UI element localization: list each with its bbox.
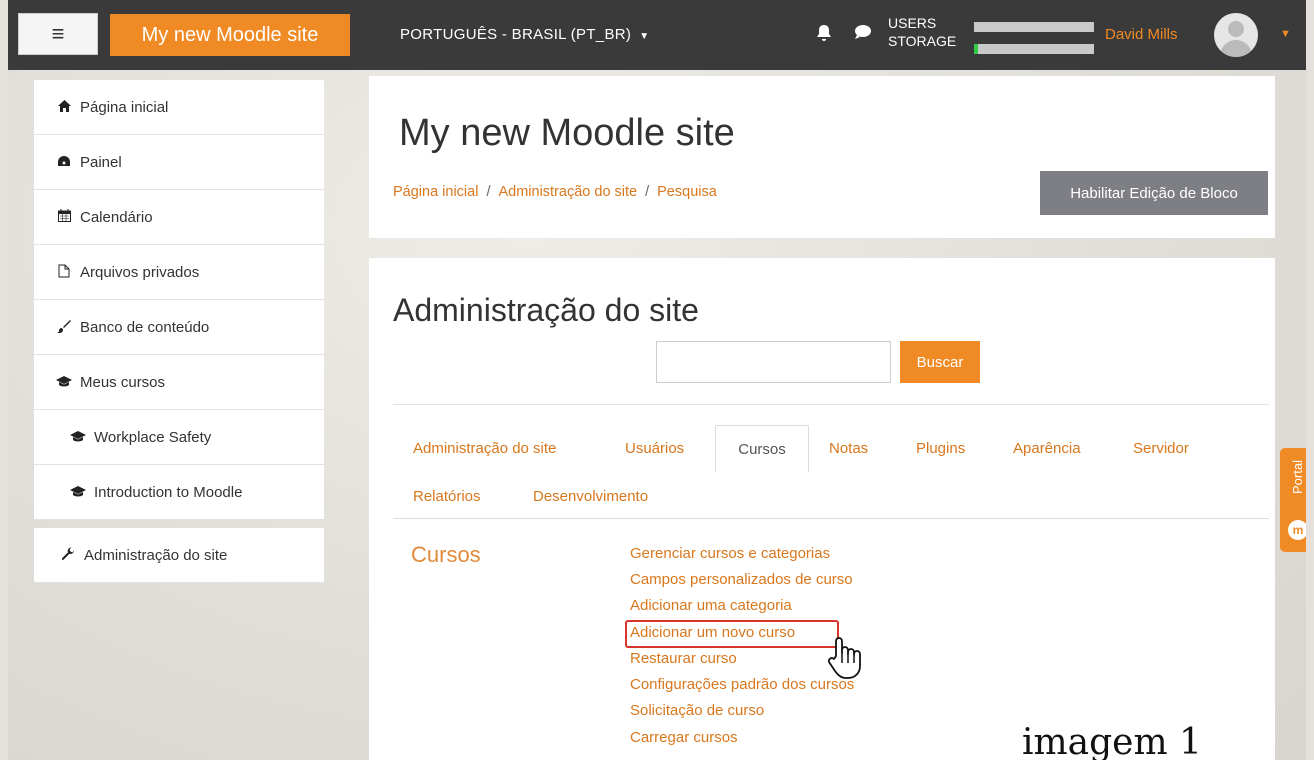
link-upload-courses[interactable]: Carregar cursos bbox=[630, 729, 738, 746]
user-menu-chevron-icon[interactable]: ▼ bbox=[1280, 28, 1291, 40]
file-icon bbox=[56, 264, 72, 281]
sidebar-item-label: Administração do site bbox=[84, 546, 228, 564]
sidebar-item-home[interactable]: Página inicial bbox=[34, 80, 324, 135]
tab-grades[interactable]: Notas bbox=[829, 440, 868, 457]
home-icon bbox=[56, 99, 72, 115]
dashboard-icon bbox=[56, 155, 72, 170]
sidebar-item-private-files[interactable]: Arquivos privados bbox=[34, 245, 324, 300]
highlight-box bbox=[625, 620, 839, 648]
sidebar-item-label: Página inicial bbox=[80, 98, 169, 116]
portal-icon: m bbox=[1288, 520, 1306, 540]
storage-quota-bar bbox=[974, 44, 1094, 54]
breadcrumb-site-admin[interactable]: Administração do site bbox=[498, 184, 637, 200]
main-content: Administração do site Buscar Administraç… bbox=[369, 258, 1275, 760]
sidebar-item-calendar[interactable]: Calendário bbox=[34, 190, 324, 245]
sidebar-item-site-admin[interactable]: Administração do site bbox=[34, 528, 324, 583]
hand-cursor-icon bbox=[824, 636, 864, 685]
tab-development[interactable]: Desenvolvimento bbox=[533, 488, 648, 505]
sidebar-item-label: Meus cursos bbox=[80, 373, 166, 391]
tab-courses[interactable]: Cursos bbox=[715, 425, 809, 473]
page-header: My new Moodle site Página inicial / Admini… bbox=[369, 76, 1275, 238]
user-name[interactable]: David Mills bbox=[1105, 26, 1178, 43]
image-caption: imagem 1 bbox=[1022, 722, 1202, 760]
sidebar-item-content-bank[interactable]: Banco de conteúdo bbox=[34, 300, 324, 355]
link-add-category[interactable]: Adicionar uma categoria bbox=[630, 597, 792, 614]
courses-section-title: Cursos bbox=[411, 542, 481, 567]
tab-appearance[interactable]: Aparência bbox=[1013, 440, 1081, 457]
users-quota-label: USERS bbox=[888, 15, 937, 31]
language-label: PORTUGUÊS - BRASIL (PT_BR) bbox=[400, 26, 632, 43]
sidebar-item-label: Arquivos privados bbox=[80, 263, 200, 281]
tab-site-admin[interactable]: Administração do site bbox=[413, 440, 556, 457]
sidebar-item-label: Painel bbox=[80, 153, 122, 171]
portal-label: Portal bbox=[1290, 460, 1305, 494]
brush-icon bbox=[56, 319, 72, 336]
wrench-icon bbox=[60, 546, 76, 564]
link-manage-courses[interactable]: Gerenciar cursos e categorias bbox=[630, 545, 830, 562]
users-quota-bar bbox=[974, 22, 1094, 32]
sidebar-nav: Página inicial Painel Calendário Arquivo… bbox=[34, 80, 324, 583]
chat-icon[interactable] bbox=[854, 24, 872, 45]
search-button[interactable]: Buscar bbox=[900, 341, 980, 383]
breadcrumb-search[interactable]: Pesquisa bbox=[657, 184, 717, 200]
page-title: My new Moodle site bbox=[399, 112, 735, 154]
hamburger-icon: ≡ bbox=[51, 21, 65, 46]
graduation-cap-icon bbox=[70, 485, 86, 500]
site-name-button[interactable]: My new Moodle site bbox=[110, 14, 350, 56]
menu-toggle-button[interactable]: ≡ bbox=[18, 13, 98, 55]
tab-users[interactable]: Usuários bbox=[625, 440, 684, 457]
avatar[interactable] bbox=[1214, 13, 1258, 57]
sidebar-item-my-courses[interactable]: Meus cursos bbox=[34, 355, 324, 410]
sidebar-item-label: Workplace Safety bbox=[94, 428, 212, 446]
storage-quota-label: STORAGE bbox=[888, 33, 957, 49]
link-custom-fields[interactable]: Campos personalizados de curso bbox=[630, 571, 853, 588]
sidebar-item-course-workplace-safety[interactable]: Workplace Safety bbox=[34, 410, 324, 465]
section-heading: Administração do site bbox=[393, 292, 699, 328]
link-course-request[interactable]: Solicitação de curso bbox=[630, 702, 764, 719]
browser-frame: ≡ My new Moodle site PORTUGUÊS - BRASIL … bbox=[8, 0, 1306, 760]
graduation-cap-icon bbox=[56, 375, 72, 390]
breadcrumb: Página inicial / Administração do site / Pes… bbox=[393, 184, 717, 200]
sidebar-item-label: Introduction to Moodle bbox=[94, 483, 243, 501]
sidebar-item-label: Banco de conteúdo bbox=[80, 318, 210, 336]
breadcrumb-home[interactable]: Página inicial bbox=[393, 184, 478, 200]
bell-icon[interactable] bbox=[816, 24, 832, 47]
portal-side-tab[interactable]: Portal m bbox=[1280, 448, 1306, 552]
admin-search-input[interactable] bbox=[656, 341, 891, 383]
language-selector[interactable]: PORTUGUÊS - BRASIL (PT_BR) ▼ bbox=[400, 26, 649, 43]
sidebar-item-label: Calendário bbox=[80, 208, 153, 226]
sidebar-item-course-introduction[interactable]: Introduction to Moodle bbox=[34, 465, 324, 520]
tabs-divider bbox=[393, 518, 1269, 519]
quota-labels: USERS STORAGE bbox=[888, 14, 956, 50]
chevron-down-icon: ▼ bbox=[639, 31, 650, 42]
tab-server[interactable]: Servidor bbox=[1133, 440, 1189, 457]
graduation-cap-icon bbox=[70, 430, 86, 445]
link-restore-course[interactable]: Restaurar curso bbox=[630, 650, 737, 667]
sidebar-item-dashboard[interactable]: Painel bbox=[34, 135, 324, 190]
enable-block-editing-button[interactable]: Habilitar Edição de Bloco bbox=[1040, 171, 1268, 215]
divider bbox=[393, 404, 1269, 405]
top-navbar: ≡ My new Moodle site PORTUGUÊS - BRASIL … bbox=[8, 0, 1306, 70]
tab-reports[interactable]: Relatórios bbox=[413, 488, 481, 505]
tab-plugins[interactable]: Plugins bbox=[916, 440, 965, 457]
calendar-icon bbox=[56, 209, 72, 225]
link-course-defaults[interactable]: Configurações padrão dos cursos bbox=[630, 676, 854, 693]
